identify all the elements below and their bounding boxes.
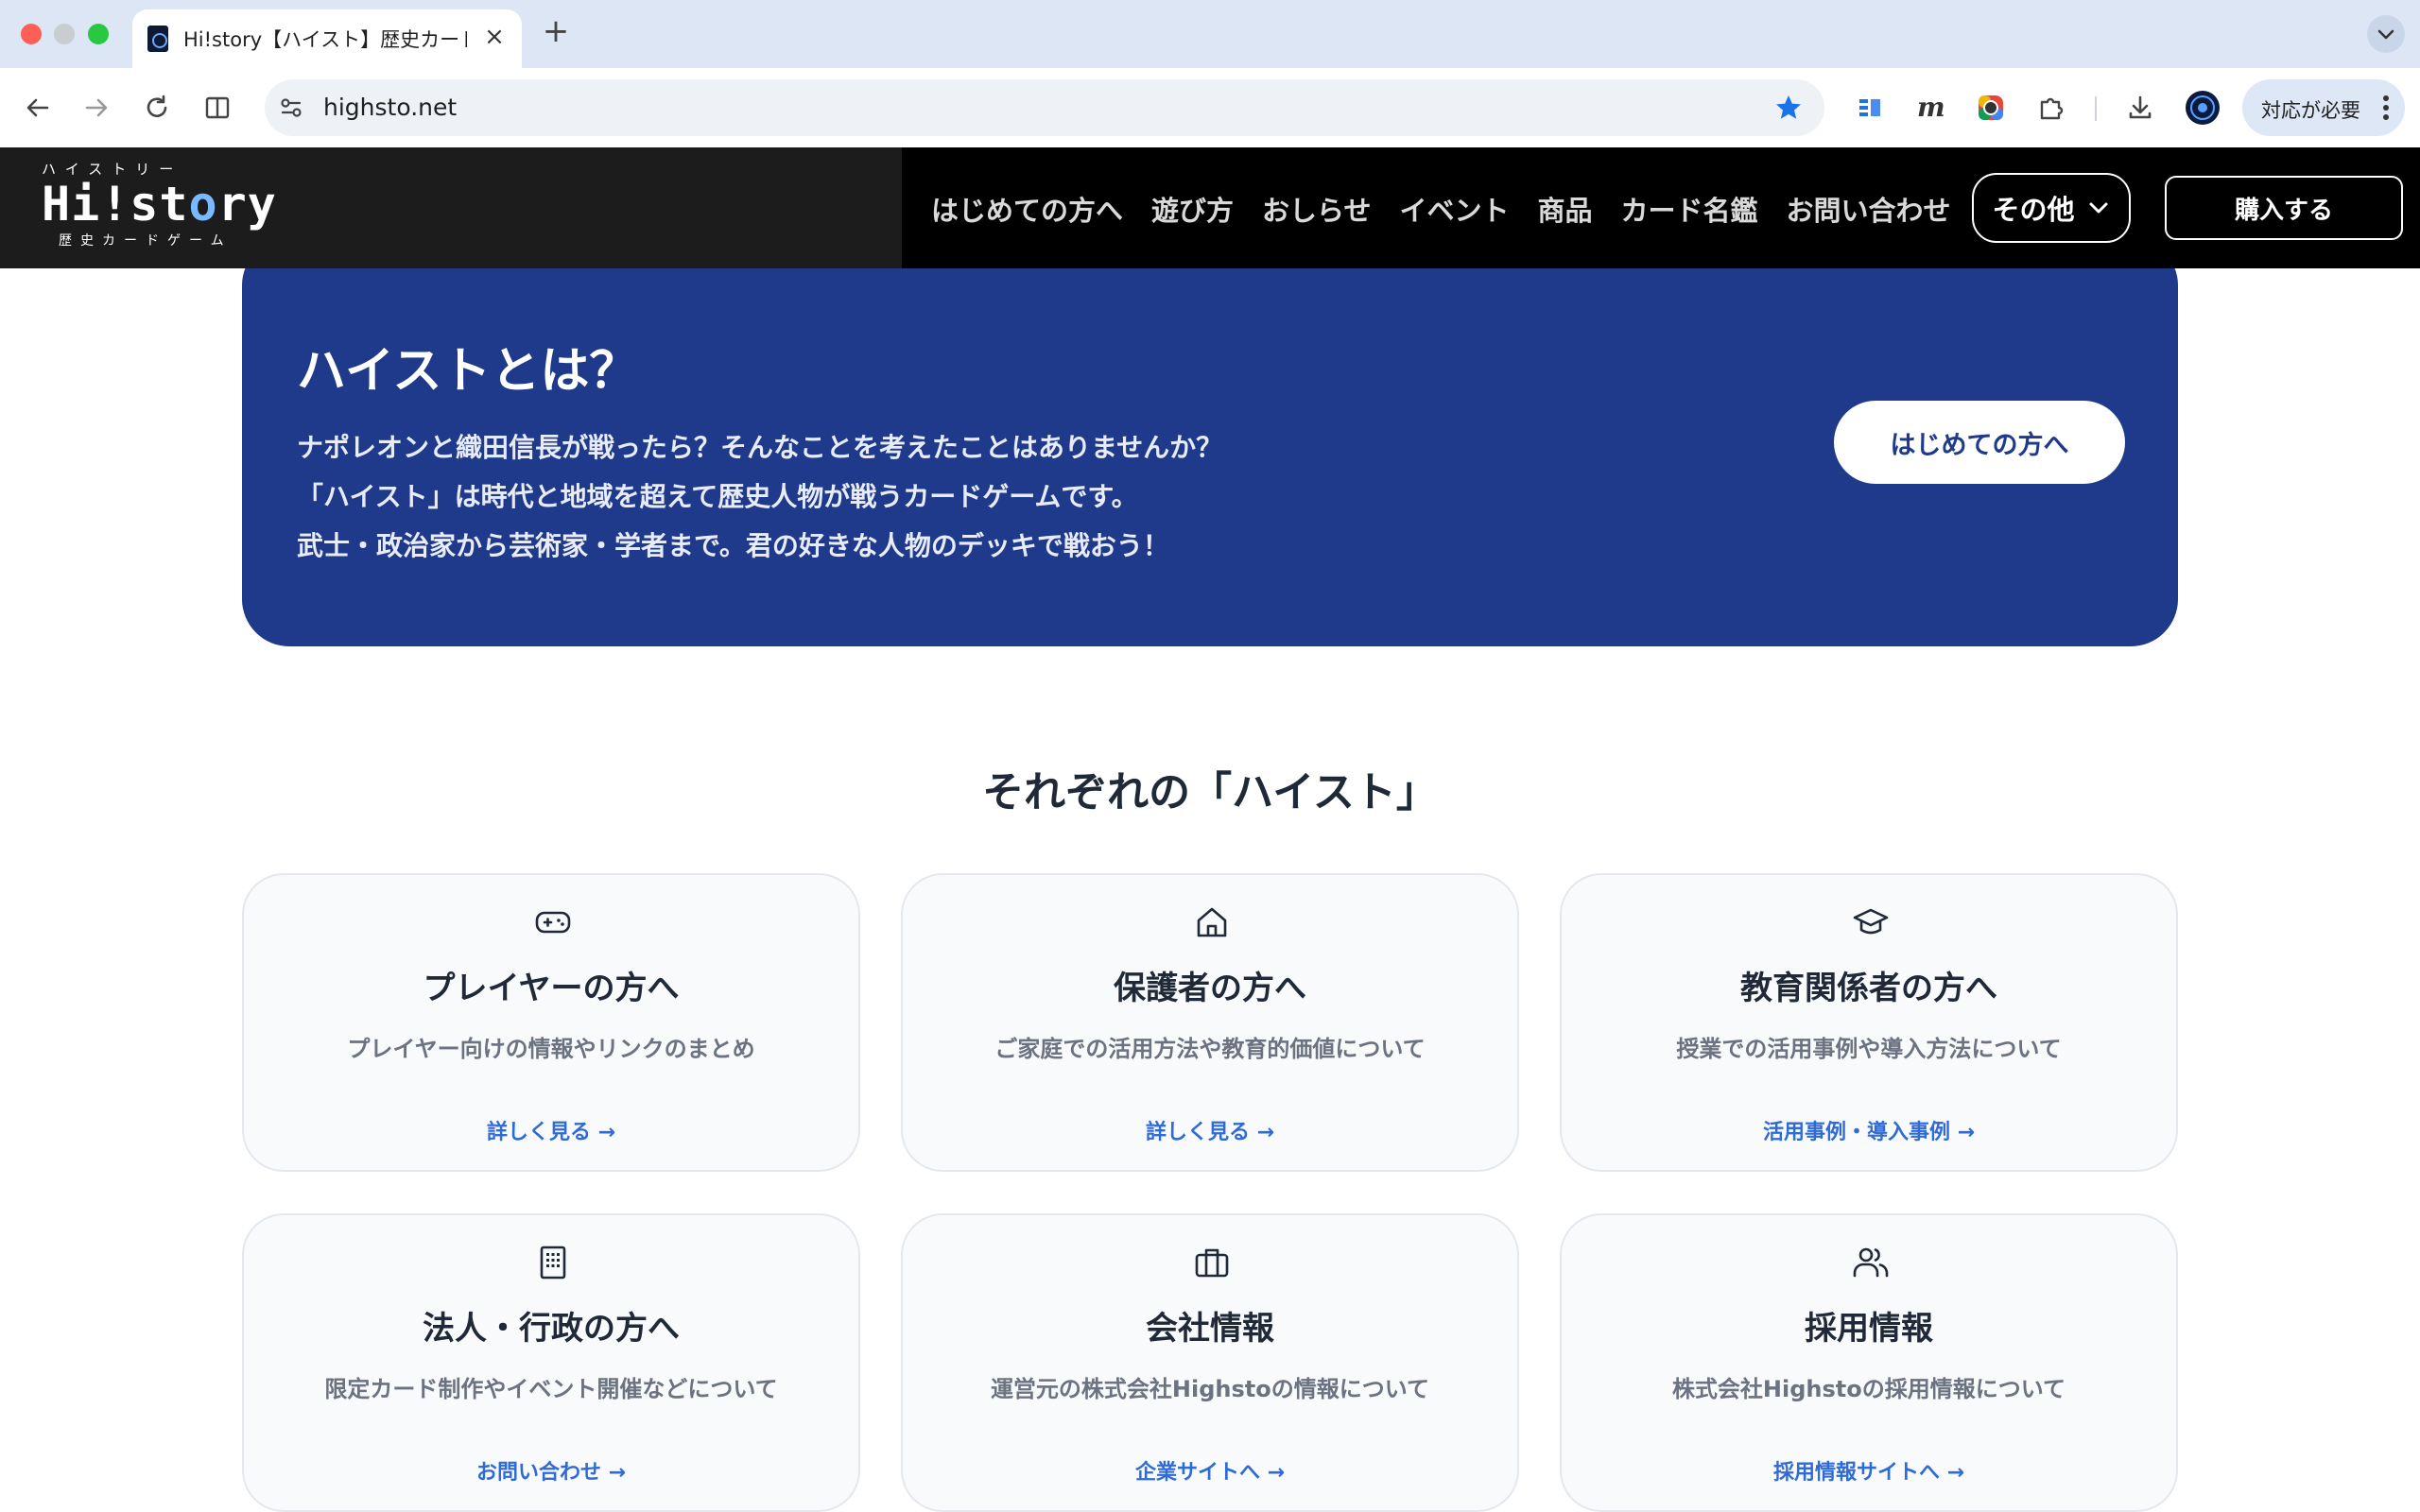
profile-status-label: 対応が必要 [2261,99,2360,122]
url-text: highsto.net [323,94,458,121]
card-description: 株式会社Highstoの採用情報について [1671,1376,2066,1402]
browser-tab-bar: Hi!story【ハイスト】歴史カード × + [0,0,2420,68]
card-title: 採用情報 [1805,1310,1933,1348]
nav-products[interactable]: 商品 [1537,189,1592,229]
building-icon [540,1246,566,1280]
card-description: プレイヤー向けの情報やリンクのまとめ [347,1036,755,1062]
audience-section-title: それぞれの「ハイスト」 [982,768,1438,816]
minimize-window-button[interactable] [54,24,75,44]
card-description: 限定カード制作やイベント開催などについて [324,1376,778,1402]
profile-status-chip[interactable]: 対応が必要 [2242,79,2405,136]
site-logo[interactable]: ハイストリー Hi!story 歴史カードゲーム [42,159,277,249]
nav-news[interactable]: おしらせ [1262,189,1371,229]
extensions-button[interactable] [2032,89,2070,127]
card-description: 運営元の株式会社Highstoの情報について [990,1376,1430,1402]
nav-beginners[interactable]: はじめての方へ [931,189,1123,229]
card-company[interactable]: 会社情報 運営元の株式会社Highstoの情報について 企業サイトへ → [901,1213,1519,1512]
toolbar-divider [2095,96,2097,121]
card-description: 授業での活用事例や導入方法について [1676,1036,2062,1062]
site-favicon-icon [147,26,168,52]
arrow-left-icon [26,98,49,117]
buy-button[interactable]: 購入する [2165,176,2403,240]
logo-wordmark: Hi!story [42,177,277,232]
card-players[interactable]: プレイヤーの方へ プレイヤー向けの情報やリンクのまとめ 詳しく見る → [242,873,860,1172]
forward-button[interactable] [78,89,115,127]
download-icon [2129,95,2152,119]
card-title: プレイヤーの方へ [423,970,680,1007]
users-icon [1853,1247,1889,1278]
hero-line: ナポレオンと織田信長が戦ったら？そんなことを考えたことはありませんか？ [297,432,1223,463]
card-link[interactable]: 詳しく見る → [903,1115,1517,1145]
m-extension-icon: m [1917,93,1945,123]
hero-description: ナポレオンと織田信長が戦ったら？そんなことを考えたことはありませんか？ 「ハイス… [297,423,1222,571]
new-tab-button[interactable]: + [539,15,573,49]
back-button[interactable] [19,89,57,127]
address-bar[interactable]: highsto.net [265,79,1824,136]
profile-avatar-button[interactable] [2184,89,2221,127]
browser-tab-active[interactable]: Hi!story【ハイスト】歴史カード × [132,9,522,68]
graduation-cap-icon [1853,908,1889,935]
nav-how-to-play[interactable]: 遊び方 [1151,189,1234,229]
main-nav: はじめての方へ 遊び方 おしらせ イベント 商品 カード名鑑 お問い合わせ [931,189,1951,229]
card-link[interactable]: 採用情報サイトへ → [1562,1455,2176,1486]
m-extension-button[interactable]: m [1911,89,1949,127]
hero-title: ハイストとは？ [297,343,639,400]
card-educators[interactable]: 教育関係者の方へ 授業での活用事例や導入方法について 活用事例・導入事例 → [1560,873,2178,1172]
card-title: 会社情報 [1146,1310,1274,1348]
nav-other-label: その他 [1992,194,2075,226]
kebab-menu-icon [2383,95,2389,120]
browser-toolbar: highsto.net m 対応が必要 [0,68,2420,147]
hero-line: 「ハイスト」は時代と地域を超えて歴史人物が戦うカードゲームです。 [297,481,1138,512]
logo-kana: ハイストリー [42,161,183,178]
nav-events[interactable]: イベント [1399,189,1509,229]
tab-close-button[interactable]: × [480,23,509,51]
card-link[interactable]: 活用事例・導入事例 → [1562,1115,2176,1145]
logo-subtitle: 歴史カードゲーム [59,233,233,249]
chevron-down-icon [2089,202,2107,214]
reading-list-extension-button[interactable] [1851,89,1889,127]
reload-icon [147,94,167,117]
site-header: ハイストリー Hi!story 歴史カードゲーム はじめての方へ 遊び方 おしら… [0,147,2420,268]
chevron-down-icon [2377,29,2394,40]
close-window-button[interactable] [21,24,42,44]
tab-search-button[interactable] [2367,15,2405,53]
card-parents[interactable]: 保護者の方へ ご家庭での活用方法や教育的価値について 詳しく見る → [901,873,1519,1172]
beginner-guide-button[interactable]: はじめての方へ [1834,401,2125,484]
reload-button[interactable] [138,89,176,127]
card-title: 法人・行政の方へ [423,1310,680,1348]
color-picker-icon [1979,95,2003,120]
maximize-window-button[interactable] [88,24,109,44]
svg-text:m: m [1917,93,1945,123]
card-description: ご家庭での活用方法や教育的価値について [994,1036,1426,1062]
about-hero-section: ハイストとは？ ナポレオンと織田信長が戦ったら？そんなことを考えたことはありませ… [242,238,2178,646]
card-recruit[interactable]: 採用情報 株式会社Highstoの採用情報について 採用情報サイトへ → [1560,1213,2178,1512]
split-view-icon [205,96,230,119]
gamepad-icon [535,911,571,934]
profile-avatar-icon [2186,91,2220,125]
downloads-button[interactable] [2121,89,2159,127]
card-title: 教育関係者の方へ [1740,970,1997,1007]
card-link[interactable]: 企業サイトへ → [903,1455,1517,1486]
nav-other-dropdown[interactable]: その他 [1972,173,2131,243]
arrow-right-icon [85,98,108,117]
hero-line: 武士・政治家から芸術家・学者まで。君の好きな人物のデッキで戦おう！ [297,530,1169,561]
reading-list-icon [1859,99,1880,116]
split-view-button[interactable] [199,89,236,127]
header-logo-area: ハイストリー Hi!story 歴史カードゲーム [0,147,902,268]
home-icon [1197,907,1227,937]
nav-contact[interactable]: お問い合わせ [1787,189,1951,229]
bookmark-star-icon[interactable] [1773,93,1804,123]
card-corporate[interactable]: 法人・行政の方へ 限定カード制作やイベント開催などについて お問い合わせ → [242,1213,860,1512]
nav-card-catalog[interactable]: カード名鑑 [1620,189,1757,229]
card-link[interactable]: お問い合わせ → [244,1455,858,1486]
puzzle-icon [2040,97,2064,120]
tab-title: Hi!story【ハイスト】歴史カード [183,28,467,51]
card-link[interactable]: 詳しく見る → [244,1115,858,1145]
briefcase-icon [1195,1248,1229,1278]
color-picker-extension-button[interactable] [1972,89,2010,127]
site-settings-icon[interactable] [278,94,304,121]
card-title: 保護者の方へ [1114,970,1306,1007]
